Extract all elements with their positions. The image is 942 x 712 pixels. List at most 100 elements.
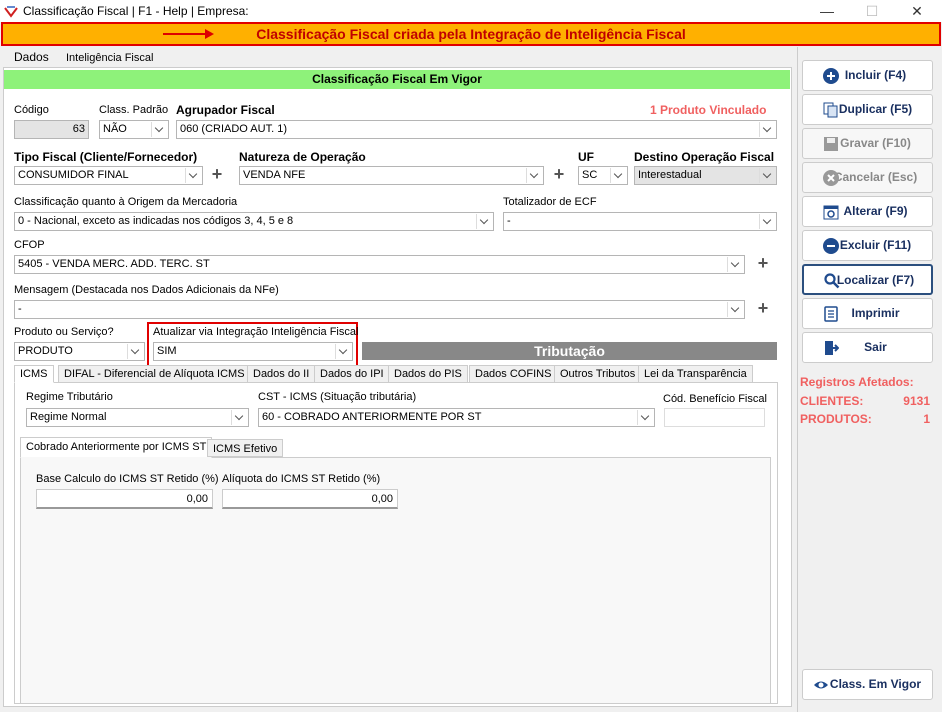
class-em-vigor-button[interactable]: Class. Em Vigor bbox=[802, 669, 933, 700]
base-calculo-field[interactable]: 0,00 bbox=[36, 489, 213, 509]
chevron-down-icon bbox=[610, 168, 626, 183]
tab-icms-efetivo[interactable]: ICMS Efetivo bbox=[207, 439, 284, 457]
imprimir-button[interactable]: Imprimir bbox=[802, 298, 933, 329]
mensagem-select[interactable]: - bbox=[14, 300, 745, 319]
aliquota-field[interactable]: 0,00 bbox=[222, 489, 398, 509]
beneficio-field[interactable] bbox=[664, 408, 765, 427]
cfop-label: CFOP bbox=[14, 239, 45, 251]
localizar-button[interactable]: Localizar (F7) bbox=[802, 264, 933, 295]
chevron-down-icon bbox=[476, 214, 492, 229]
natureza-select[interactable]: VENDA NFE bbox=[239, 166, 544, 185]
origem-select[interactable]: 0 - Nacional, exceto as indicadas nos có… bbox=[14, 212, 494, 231]
tab-dados-pis[interactable]: Dados do PIS bbox=[388, 365, 468, 383]
agrupador-label: Agrupador Fiscal bbox=[176, 103, 275, 117]
document-icon bbox=[824, 306, 838, 322]
tab-dados[interactable]: Dados bbox=[8, 48, 55, 66]
search-icon bbox=[824, 273, 840, 289]
close-button[interactable]: ✕ bbox=[902, 2, 932, 20]
chevron-down-icon bbox=[526, 168, 542, 183]
status-header: Classificação Fiscal Em Vigor bbox=[4, 70, 790, 89]
chevron-down-icon bbox=[127, 344, 143, 359]
class-padrao-label: Class. Padrão bbox=[99, 104, 169, 116]
main-tabs: Dados Inteligência Fiscal bbox=[0, 48, 795, 68]
uf-label: UF bbox=[578, 150, 594, 164]
chevron-down-icon bbox=[185, 168, 201, 183]
add-tipo-fiscal-button[interactable]: + bbox=[207, 165, 227, 185]
tab-outros-tributos[interactable]: Outros Tributos bbox=[554, 365, 642, 383]
add-mensagem-button[interactable]: + bbox=[753, 299, 773, 319]
chevron-down-icon bbox=[151, 122, 167, 137]
tab-inteligencia-fiscal[interactable]: Inteligência Fiscal bbox=[60, 50, 159, 66]
produto-servico-label: Produto ou Serviço? bbox=[14, 326, 114, 338]
natureza-label: Natureza de Operação bbox=[239, 150, 366, 164]
uf-select[interactable]: SC bbox=[578, 166, 628, 185]
tipo-fiscal-select[interactable]: CONSUMIDOR FINAL bbox=[14, 166, 203, 185]
copy-icon bbox=[823, 102, 838, 118]
totalizador-select[interactable]: - bbox=[503, 212, 777, 231]
cancelar-button[interactable]: Cancelar (Esc) bbox=[802, 162, 933, 193]
chevron-down-icon bbox=[637, 410, 653, 425]
sair-button[interactable]: Sair bbox=[802, 332, 933, 363]
edit-refresh-icon bbox=[823, 205, 839, 220]
cst-label: CST - ICMS (Situação tributária) bbox=[258, 391, 417, 403]
cfop-select[interactable]: 5405 - VENDA MERC. ADD. TERC. ST bbox=[14, 255, 745, 274]
eye-icon bbox=[814, 681, 828, 689]
window-title: Classificação Fiscal | F1 - Help | Empre… bbox=[23, 4, 249, 18]
add-natureza-button[interactable]: + bbox=[549, 165, 569, 185]
atualizar-label: Atualizar via Integração Inteligência Fi… bbox=[153, 326, 359, 338]
origem-label: Classificação quanto à Origem da Mercado… bbox=[14, 196, 238, 208]
chevron-down-icon bbox=[759, 168, 775, 183]
registros-title: Registros Afetados: bbox=[800, 375, 914, 389]
produtos-label: PRODUTOS: bbox=[800, 412, 872, 426]
gravar-button[interactable]: Gravar (F10) bbox=[802, 128, 933, 159]
tributacao-header: Tributação bbox=[362, 342, 777, 360]
cst-select[interactable]: 60 - COBRADO ANTERIORMENTE POR ST bbox=[258, 408, 655, 427]
atualizar-select[interactable]: SIM bbox=[153, 342, 353, 361]
save-icon bbox=[824, 137, 838, 151]
chevron-down-icon bbox=[335, 344, 351, 359]
tab-icms[interactable]: ICMS bbox=[14, 365, 54, 383]
base-calculo-label: Base Calculo do ICMS ST Retido (%) bbox=[36, 473, 219, 485]
incluir-button[interactable]: Incluir (F4) bbox=[802, 60, 933, 91]
tab-difal[interactable]: DIFAL - Diferencial de Alíquota ICMS bbox=[58, 365, 251, 383]
regime-label: Regime Tributário bbox=[26, 391, 113, 403]
totalizador-label: Totalizador de ECF bbox=[503, 196, 597, 208]
class-padrao-select[interactable]: NÃO bbox=[99, 120, 169, 139]
alterar-button[interactable]: Alterar (F9) bbox=[802, 196, 933, 227]
chevron-down-icon bbox=[727, 257, 743, 272]
agrupador-select[interactable]: 060 (CRIADO AUT. 1) bbox=[176, 120, 777, 139]
arrow-icon bbox=[163, 33, 209, 35]
chevron-down-icon bbox=[759, 214, 775, 229]
exit-icon bbox=[825, 341, 839, 355]
add-cfop-button[interactable]: + bbox=[753, 254, 773, 274]
produtos-value: 1 bbox=[923, 412, 930, 426]
excluir-button[interactable]: Excluir (F11) bbox=[802, 230, 933, 261]
tab-dados-ipi[interactable]: Dados do IPI bbox=[314, 365, 390, 383]
destino-select[interactable]: Interestadual bbox=[634, 166, 777, 185]
produto-servico-select[interactable]: PRODUTO bbox=[14, 342, 145, 361]
tab-dados-cofins[interactable]: Dados COFINS bbox=[469, 365, 558, 383]
chevron-down-icon bbox=[727, 302, 743, 317]
duplicar-button[interactable]: Duplicar (F5) bbox=[802, 94, 933, 125]
minimize-button[interactable]: — bbox=[812, 2, 842, 20]
maximize-button[interactable]: ☐ bbox=[857, 2, 887, 20]
integration-banner: Classificação Fiscal criada pela Integra… bbox=[1, 22, 941, 46]
codigo-label: Código bbox=[14, 104, 49, 116]
chevron-down-icon bbox=[231, 410, 247, 425]
title-bar: Classificação Fiscal | F1 - Help | Empre… bbox=[0, 0, 942, 22]
banner-text: Classificação Fiscal criada pela Integra… bbox=[256, 26, 686, 42]
mensagem-label: Mensagem (Destacada nos Dados Adicionais… bbox=[14, 284, 279, 296]
produto-vinculado-link[interactable]: 1 Produto Vinculado bbox=[650, 103, 766, 117]
cancel-icon bbox=[823, 170, 839, 186]
tab-cobrado-anteriormente[interactable]: Cobrado Anteriormente por ICMS ST bbox=[20, 437, 213, 458]
regime-select[interactable]: Regime Normal bbox=[26, 408, 249, 427]
destino-label: Destino Operação Fiscal bbox=[634, 150, 775, 164]
beneficio-label: Cód. Benefício Fiscal bbox=[663, 393, 767, 405]
tab-dados-ii[interactable]: Dados do II bbox=[247, 365, 316, 383]
clientes-value: 9131 bbox=[903, 394, 930, 408]
tab-lei-transparencia[interactable]: Lei da Transparência bbox=[638, 365, 753, 383]
codigo-field[interactable]: 63 bbox=[14, 120, 89, 139]
tipo-fiscal-label: Tipo Fiscal (Cliente/Fornecedor) bbox=[14, 150, 198, 164]
chevron-down-icon bbox=[759, 122, 775, 137]
app-logo-icon bbox=[4, 6, 18, 18]
